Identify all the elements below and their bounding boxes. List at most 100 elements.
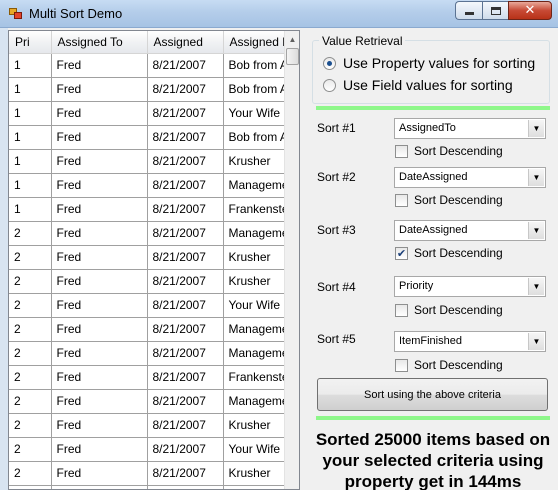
scroll-thumb[interactable] xyxy=(286,48,299,65)
table-cell[interactable]: Management xyxy=(223,341,286,366)
table-cell[interactable]: Your Wife xyxy=(223,293,286,318)
sort-button[interactable]: Sort using the above criteria xyxy=(317,378,548,411)
table-cell[interactable]: 8/21/2007 xyxy=(147,389,224,414)
column-header[interactable]: Pri xyxy=(9,31,52,54)
table-cell[interactable]: 2 xyxy=(9,317,52,342)
table-row[interactable]: 1Fred8/21/2007Bob from Acc xyxy=(9,125,286,150)
table-cell[interactable]: 8/21/2007 xyxy=(147,101,224,126)
table-cell[interactable]: Krusher xyxy=(223,149,286,174)
table-cell[interactable]: Fred xyxy=(51,53,148,78)
table-cell[interactable]: Bob from Acc xyxy=(223,53,286,78)
table-row[interactable]: 2Fred8/21/2007Management xyxy=(9,341,286,366)
sort-2-descending[interactable]: Sort Descending xyxy=(395,193,503,207)
field-radio-option[interactable]: Use Field values for sorting xyxy=(323,77,513,93)
table-cell[interactable]: 2 xyxy=(9,341,52,366)
table-cell[interactable]: 2 xyxy=(9,245,52,270)
table-cell[interactable]: 8/21/2007 xyxy=(147,413,224,438)
sort-5-descending-checkbox[interactable] xyxy=(395,358,408,372)
dropdown-arrow-icon[interactable]: ▼ xyxy=(528,169,544,186)
sort-1-combo[interactable]: AssignedTo ▼ xyxy=(394,118,546,139)
vertical-scrollbar[interactable]: ▲ xyxy=(284,31,299,489)
table-cell[interactable]: Management xyxy=(223,221,286,246)
table-cell[interactable]: 8/21/2007 xyxy=(147,173,224,198)
table-cell[interactable]: Krusher xyxy=(223,245,286,270)
sort-2-descending-checkbox[interactable] xyxy=(395,193,408,207)
table-cell[interactable]: 2 xyxy=(9,293,52,318)
table-cell[interactable]: 2 xyxy=(9,437,52,462)
table-cell[interactable]: Fred xyxy=(51,389,148,414)
sort-3-combo[interactable]: DateAssigned ▼ xyxy=(394,220,546,241)
table-cell[interactable]: 8/21/2007 xyxy=(147,365,224,390)
table-cell[interactable]: Bob from Acc xyxy=(223,125,286,150)
table-cell[interactable]: 8/21/2007 xyxy=(147,197,224,222)
table-row[interactable]: 2 Fred 8/21/2007 Krusher xyxy=(9,269,286,294)
table-cell[interactable]: 8/21/2007 xyxy=(147,293,224,318)
minimize-button[interactable] xyxy=(455,1,482,20)
table-cell[interactable]: Fred xyxy=(51,221,148,246)
column-header[interactable]: Assigned To xyxy=(51,31,148,54)
maximize-button[interactable] xyxy=(482,1,508,20)
sort-4-descending[interactable]: Sort Descending xyxy=(395,303,503,317)
table-cell[interactable]: Fred xyxy=(51,77,148,102)
table-cell[interactable]: Management xyxy=(223,317,286,342)
table-cell[interactable]: 8/21/2007 xyxy=(147,53,224,78)
table-cell[interactable]: 8/21/2007 xyxy=(147,125,224,150)
table-cell[interactable]: 8/21/2007 xyxy=(147,437,224,462)
table-cell[interactable]: Fred xyxy=(51,341,148,366)
table-cell[interactable]: Management xyxy=(223,389,286,414)
table-cell[interactable]: 1 xyxy=(9,197,52,222)
table-cell[interactable]: Management xyxy=(223,173,286,198)
sort-1-descending-checkbox[interactable] xyxy=(395,144,408,158)
table-row[interactable]: 1Fred8/21/2007Management xyxy=(9,173,286,198)
table-cell[interactable]: 8/21/2007 xyxy=(147,341,224,366)
table-cell[interactable]: 8/21/2007 xyxy=(147,269,224,294)
table-cell[interactable]: Fred xyxy=(51,317,148,342)
table-cell[interactable]: Fred xyxy=(51,269,148,294)
table-row[interactable]: 2Fred8/21/2007Frankenstein xyxy=(9,365,286,390)
sort-5-descending[interactable]: Sort Descending xyxy=(395,358,503,372)
table-row[interactable]: 2 Fred 8/21/2007 Your Wife xyxy=(9,437,286,462)
table-row[interactable]: 2 Fred 8/21/2007 Krusher xyxy=(9,413,286,438)
table-row[interactable]: 2 Fred 8/21/2007 Krusher xyxy=(9,245,286,270)
table-cell[interactable]: Krusher xyxy=(223,413,286,438)
table-cell[interactable]: 1 xyxy=(9,125,52,150)
table-cell[interactable]: Fred xyxy=(51,101,148,126)
table-row[interactable]: 2Fred8/21/2007Management xyxy=(9,389,286,414)
table-cell[interactable]: 8/21/2007 xyxy=(147,149,224,174)
table-cell[interactable]: Fred xyxy=(51,437,148,462)
close-button[interactable]: ✕ xyxy=(508,1,552,20)
table-cell[interactable]: Fred xyxy=(51,125,148,150)
table-cell[interactable]: Bob from Acc xyxy=(223,77,286,102)
table-row[interactable]: 1Fred8/21/2007Frankenstein xyxy=(9,197,286,222)
table-cell[interactable]: Krusher xyxy=(223,461,286,486)
sort-1-descending[interactable]: Sort Descending xyxy=(395,144,503,158)
dropdown-arrow-icon[interactable]: ▼ xyxy=(528,222,544,239)
dropdown-arrow-icon[interactable]: ▼ xyxy=(528,333,544,350)
table-row[interactable]: 2 Fred 8/21/2007 Your Wife xyxy=(9,293,286,318)
title-bar[interactable]: Multi Sort Demo ✕ xyxy=(0,0,558,28)
table-cell[interactable]: 8/21/2007 xyxy=(147,461,224,486)
table-row[interactable]: 2Fred8/21/2007Management xyxy=(9,221,286,246)
table-cell[interactable]: Fred xyxy=(51,245,148,270)
table-cell[interactable]: Frankenstein xyxy=(223,365,286,390)
table-row[interactable]: 1 Fred 8/21/2007 Krusher xyxy=(9,149,286,174)
table-cell[interactable]: Fred xyxy=(51,365,148,390)
data-grid[interactable]: PriAssigned ToAssignedAssigned By 1Fred8… xyxy=(8,30,300,490)
table-cell[interactable]: 1 xyxy=(9,149,52,174)
sort-4-combo[interactable]: Priority ▼ xyxy=(394,276,546,297)
table-cell[interactable]: 2 xyxy=(9,389,52,414)
table-cell[interactable]: Fred xyxy=(51,461,148,486)
table-cell[interactable]: 8/21/2007 xyxy=(147,317,224,342)
table-cell[interactable]: Fred xyxy=(51,293,148,318)
table-cell[interactable]: 2 xyxy=(9,485,52,489)
table-cell[interactable]: Your Wife xyxy=(223,101,286,126)
table-row[interactable]: 1Fred8/21/2007Bob from Acc xyxy=(9,77,286,102)
table-row[interactable]: 2 Fred 8/21/2007 Krusher xyxy=(9,461,286,486)
table-cell[interactable]: Fred xyxy=(51,485,148,489)
table-cell[interactable]: 1 xyxy=(9,77,52,102)
table-row[interactable]: 1 Fred 8/21/2007 Your Wife xyxy=(9,101,286,126)
table-cell[interactable]: Fred xyxy=(51,413,148,438)
property-radio-option[interactable]: Use Property values for sorting xyxy=(323,55,535,71)
table-cell[interactable]: Frankenstein xyxy=(223,197,286,222)
table-cell[interactable]: 1 xyxy=(9,101,52,126)
